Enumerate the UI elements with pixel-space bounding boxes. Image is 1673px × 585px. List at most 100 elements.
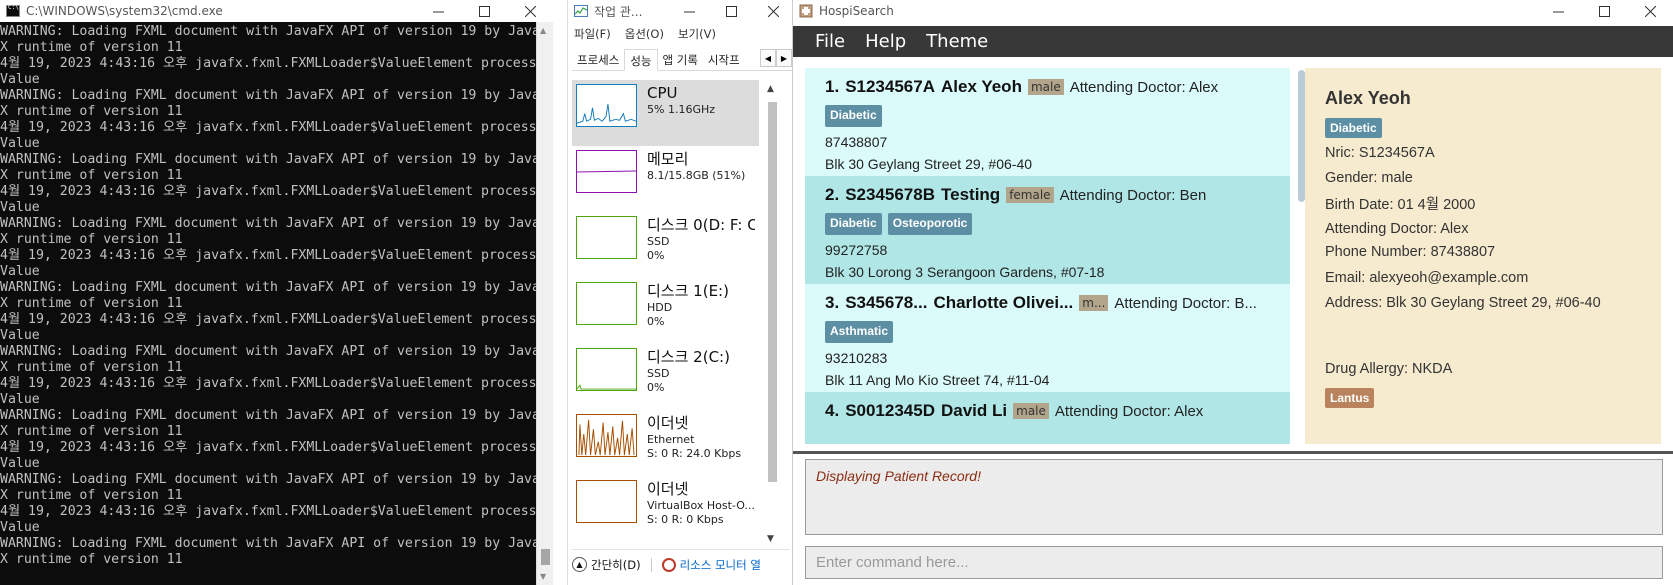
menu-view[interactable]: 보기(V)	[678, 26, 716, 42]
console-line: WARNING: Loading FXML document with Java…	[0, 536, 548, 551]
cmd-scrollbar[interactable]: ▲ ▼	[536, 22, 553, 585]
resource-info: CPU 5% 1.16GHz	[647, 84, 715, 117]
maximize-button[interactable]	[1581, 0, 1627, 22]
resource-info: 디스크 1(E:) HDD 0%	[647, 282, 729, 329]
resource-monitor-link[interactable]: 리소스 모니터 열	[661, 557, 761, 573]
resource-scrollbar[interactable]: ▲ ▼	[764, 84, 781, 544]
condition-tag: Diabetic	[825, 105, 882, 127]
maximize-icon	[478, 5, 490, 17]
resource-item[interactable]: 이더넷 VirtualBox Host-O... S: 0 R: 0 Kbps	[572, 476, 759, 535]
console-line: WARNING: Loading FXML document with Java…	[0, 88, 548, 103]
tab-scroll-right-icon[interactable]: ▶	[776, 49, 792, 67]
resource-item[interactable]: 메모리 8.1/15.8GB (51%)	[572, 146, 759, 212]
close-button[interactable]	[752, 0, 794, 22]
menu-help[interactable]: Help	[855, 31, 916, 52]
task-manager-window[interactable]: 작업 관... 파일(F) 옵션(O) 보기(V) 프로세스 성능 앱 기록 시…	[567, 0, 794, 585]
scroll-down-icon[interactable]: ▼	[767, 534, 774, 544]
close-button[interactable]	[1627, 0, 1673, 22]
scrollbar-thumb[interactable]	[1298, 70, 1305, 202]
console-line: X runtime of version 11	[0, 296, 183, 311]
resource-name: CPU	[647, 84, 678, 102]
panel-divider[interactable]	[793, 451, 1673, 454]
resource-info: 메모리 8.1/15.8GB (51%)	[647, 150, 745, 183]
tab-app-history[interactable]: 앱 기록	[658, 49, 703, 70]
console-line: X runtime of version 11	[0, 40, 183, 55]
tm-title: 작업 관...	[594, 4, 643, 19]
console-line: WARNING: Loading FXML document with Java…	[0, 216, 548, 231]
patient-card[interactable]: 1. S1234567A Alex Yeoh male Attending Doctor…	[805, 68, 1290, 182]
tab-processes[interactable]: 프로세스	[572, 49, 624, 70]
minimize-button[interactable]	[668, 0, 710, 22]
scrollbar-thumb[interactable]	[768, 102, 777, 482]
console-line: 4월 19, 2023 4:43:16 오후 javafx.fxml.FXMLL…	[0, 312, 537, 327]
console-line: 4월 19, 2023 4:43:16 오후 javafx.fxml.FXMLL…	[0, 120, 537, 135]
menu-options[interactable]: 옵션(O)	[625, 26, 664, 42]
patient-name: Alex Yeoh	[941, 77, 1022, 96]
detail-birth-date: Birth Date: 01 4월 2000	[1325, 197, 1476, 213]
minimize-icon	[1552, 11, 1564, 12]
patient-name: Charlotte Olivei...	[933, 293, 1074, 312]
detail-phone: Phone Number: 87438807	[1325, 244, 1496, 260]
detail-doctor: Attending Doctor: Alex	[1325, 221, 1469, 237]
resource-item[interactable]: 디스크 0(D: F: C SSD 0%	[572, 212, 759, 278]
resource-item[interactable]: CPU 5% 1.16GHz	[572, 80, 759, 146]
resource-graph	[576, 348, 637, 391]
tab-performance[interactable]: 성능	[624, 49, 658, 71]
console-line: WARNING: Loading FXML document with Java…	[0, 408, 548, 423]
close-button[interactable]	[507, 0, 553, 22]
resource-item[interactable]: 디스크 2(C:) SSD 0%	[572, 344, 759, 410]
resource-detail: 8.1/15.8GB (51%)	[647, 169, 746, 182]
patient-nric: S1234567A	[845, 77, 935, 96]
maximize-button[interactable]	[461, 0, 507, 22]
patient-gender-badge: female	[1006, 187, 1054, 203]
detail-address: Address: Blk 30 Geylang Street 29, #06-4…	[1325, 295, 1601, 311]
command-input[interactable]	[816, 554, 1652, 571]
command-box[interactable]	[805, 546, 1663, 579]
console-output[interactable]: WARNING: Loading FXML document with Java…	[0, 24, 551, 585]
scroll-down-icon[interactable]: ▼	[540, 572, 546, 581]
tab-scroll-left-icon[interactable]: ◀	[760, 49, 776, 67]
menu-theme[interactable]: Theme	[916, 31, 998, 52]
minimize-button[interactable]	[415, 0, 461, 22]
menu-file[interactable]: 파일(F)	[574, 26, 611, 42]
patient-header: 2. S2345678B Testing female Attending Doctor…	[825, 183, 1270, 207]
cmd-titlebar[interactable]: C:\WINDOWS\system32\cmd.exe	[0, 0, 553, 22]
hs-titlebar[interactable]: HospiSearch	[793, 0, 1673, 22]
patient-card[interactable]: 4. S0012345D David Li male Attending Doctor:…	[805, 392, 1290, 444]
resource-monitor-icon	[661, 557, 676, 572]
patient-list[interactable]: 1. S1234567A Alex Yeoh male Attending Doctor…	[805, 68, 1303, 444]
detail-drug-allergy: Drug Allergy: NKDA	[1325, 361, 1453, 377]
patient-phone: 93210283	[825, 350, 888, 366]
console-line: WARNING: Loading FXML document with Java…	[0, 472, 548, 487]
resource-graph	[576, 414, 637, 457]
patient-phone: 87438807	[825, 134, 888, 150]
resource-detail: Ethernet	[647, 433, 695, 446]
resource-list: CPU 5% 1.16GHz 메모리 8.1/15.8GB (51%) 디스크 0(D:…	[572, 80, 759, 535]
resource-usage: S: 0 R: 24.0 Kbps	[647, 447, 742, 460]
result-display: Displaying Patient Record!	[805, 459, 1663, 535]
scrollbar-thumb[interactable]	[541, 549, 550, 565]
menu-file[interactable]: File	[805, 31, 855, 52]
scroll-up-icon[interactable]: ▲	[540, 26, 546, 35]
console-line: X runtime of version 11	[0, 232, 183, 247]
minimize-button[interactable]	[1535, 0, 1581, 22]
patient-card[interactable]: 3. S345678... Charlotte Olivei... m... Atten…	[805, 284, 1290, 398]
condition-tag: Diabetic	[825, 213, 882, 235]
patient-index: 2.	[825, 185, 840, 204]
tab-startup[interactable]: 시작프	[703, 49, 745, 70]
hospisearch-window[interactable]: HospiSearch File Help Theme 1. S1234567A A…	[792, 0, 1673, 585]
chevron-up-icon: ▲	[572, 557, 587, 572]
tm-titlebar[interactable]: 작업 관...	[568, 0, 794, 22]
scroll-up-icon[interactable]: ▲	[767, 84, 774, 94]
console-line: WARNING: Loading FXML document with Java…	[0, 280, 548, 295]
console-line: 4월 19, 2023 4:43:16 오후 javafx.fxml.FXMLL…	[0, 184, 537, 199]
console-line: 4월 19, 2023 4:43:16 오후 javafx.fxml.FXMLL…	[0, 440, 537, 455]
fewer-details-button[interactable]: ▲ 간단히(D)	[572, 557, 641, 573]
resource-item[interactable]: 디스크 1(E:) HDD 0%	[572, 278, 759, 344]
maximize-button[interactable]	[710, 0, 752, 22]
resource-info: 디스크 0(D: F: C SSD 0%	[647, 216, 755, 263]
patient-card[interactable]: 2. S2345678B Testing female Attending Doctor…	[805, 176, 1290, 290]
resource-item[interactable]: 이더넷 Ethernet S: 0 R: 24.0 Kbps	[572, 410, 759, 476]
cmd-window[interactable]: C:\WINDOWS\system32\cmd.exe WARNING: Loa…	[0, 0, 553, 585]
patient-doctor: Attending Doctor: Alex	[1069, 78, 1219, 96]
